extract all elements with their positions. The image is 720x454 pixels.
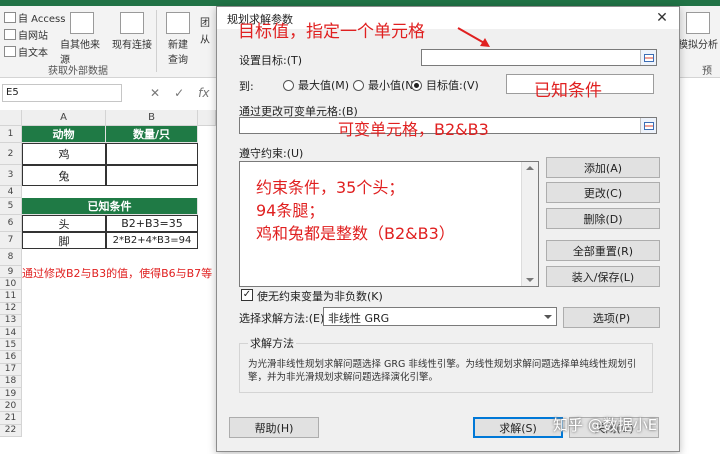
row-header[interactable]: 6 xyxy=(0,215,22,232)
chevron-down-icon xyxy=(544,315,552,319)
options-button[interactable]: 选项(P) xyxy=(563,307,660,328)
header-cell-count[interactable]: 数量/只 xyxy=(106,126,198,143)
row-header[interactable]: 16 xyxy=(0,351,22,364)
cell-rabbit[interactable]: 兔 xyxy=(22,165,106,186)
watermark: 知乎 @数据小E xyxy=(553,416,658,434)
radio-value-of[interactable]: 目标值:(V) xyxy=(411,77,479,93)
from-other-sources-button[interactable]: 自其他来源 xyxy=(60,12,104,66)
name-box[interactable]: E5 xyxy=(2,84,122,102)
row-header[interactable]: 4 xyxy=(0,186,22,198)
other-sources-icon xyxy=(70,12,94,34)
what-if-icon xyxy=(686,12,710,34)
to-label: 到: xyxy=(239,80,254,93)
column-header[interactable]: A xyxy=(22,110,106,126)
column-header-partial[interactable] xyxy=(198,110,216,126)
add-button[interactable]: 添加(A) xyxy=(546,157,660,178)
constraints-scrollbar[interactable] xyxy=(521,162,538,286)
row-header[interactable]: 20 xyxy=(0,400,22,413)
text-file-icon xyxy=(4,45,16,57)
cell-chicken[interactable]: 鸡 xyxy=(22,143,106,165)
cell-picker-icon[interactable] xyxy=(640,118,656,133)
objective-label: 设置目标:(T) xyxy=(239,54,303,67)
cell-b2[interactable] xyxy=(106,143,198,165)
connections-icon xyxy=(120,12,144,34)
right-ribbon-area: 模拟分析 预 xyxy=(678,0,720,78)
row-header[interactable]: 17 xyxy=(0,363,22,376)
cell-picker-icon[interactable] xyxy=(640,50,656,65)
radio-max[interactable]: 最大值(M) xyxy=(283,77,349,93)
enter-icon[interactable]: ✓ xyxy=(174,86,184,100)
change-button[interactable]: 更改(C) xyxy=(546,182,660,203)
help-button[interactable]: 帮助(H) xyxy=(229,417,319,438)
solve-button[interactable]: 求解(S) xyxy=(473,417,563,438)
row-header[interactable]: 21 xyxy=(0,412,22,425)
known-conditions-header[interactable]: 已知条件 xyxy=(22,198,198,215)
row-header[interactable]: 8 xyxy=(0,249,22,266)
select-all-corner[interactable] xyxy=(0,110,22,126)
access-icon xyxy=(4,11,16,23)
row-header[interactable]: 13 xyxy=(0,314,22,327)
cell-leg-label[interactable]: 脚 xyxy=(22,232,106,249)
method-select[interactable]: 非线性 GRG xyxy=(323,307,557,326)
what-if-analysis-button[interactable]: 模拟分析 xyxy=(676,12,720,51)
row-header[interactable]: 2 xyxy=(0,143,22,165)
radio-min[interactable]: 最小值(N) xyxy=(353,77,418,93)
row-header[interactable]: 12 xyxy=(0,302,22,315)
from-text-button[interactable]: 自文本 xyxy=(4,44,48,59)
scroll-down-icon[interactable] xyxy=(526,278,534,282)
new-query-icon xyxy=(166,12,190,34)
existing-connections-button[interactable]: 现有连接 xyxy=(110,12,154,51)
method-label: 选择求解方法:(E) xyxy=(239,312,325,325)
row-header[interactable]: 14 xyxy=(0,327,22,340)
partial-ribbon-item[interactable]: 团 xyxy=(200,14,210,29)
header-cell-animal[interactable]: 动物 xyxy=(22,126,106,143)
new-query-button[interactable]: 新建 查询 xyxy=(156,12,200,66)
row-header[interactable]: 19 xyxy=(0,388,22,401)
annotation-known: 已知条件 xyxy=(534,81,602,101)
row-header[interactable]: 5 xyxy=(0,198,22,215)
from-web-button[interactable]: 自网站 xyxy=(4,27,48,42)
row-header[interactable]: 1 xyxy=(0,126,22,143)
row-header[interactable]: 9 xyxy=(0,266,22,279)
from-access-button[interactable]: 自 Access xyxy=(4,10,65,25)
partial-ribbon-item[interactable]: 从 xyxy=(200,31,210,46)
row-header[interactable]: 15 xyxy=(0,339,22,352)
constraints-label: 遵守约束:(U) xyxy=(239,147,304,160)
row-header[interactable]: 7 xyxy=(0,232,22,249)
arrow-icon xyxy=(457,27,490,47)
load-save-button[interactable]: 装入/保存(L) xyxy=(546,266,660,287)
cell-head-formula[interactable]: B2+B3=35 xyxy=(106,215,198,232)
cell-head-label[interactable]: 头 xyxy=(22,215,106,232)
cancel-icon[interactable]: ✕ xyxy=(150,86,160,100)
solving-method-description: 为光滑非线性规划求解问题选择 GRG 非线性引擎。为线性规划求解问题选择单纯线性… xyxy=(248,359,637,383)
row-header[interactable]: 18 xyxy=(0,375,22,388)
annotation-target: 目标值，指定一个单元格 xyxy=(238,22,425,42)
web-icon xyxy=(4,28,16,40)
row-header[interactable]: 11 xyxy=(0,290,22,303)
annotation-variable-cells: 可变单元格，B2&B3 xyxy=(338,120,489,139)
scroll-up-icon[interactable] xyxy=(526,166,534,170)
nonnegative-label: 使无约束变量为非负数(K) xyxy=(257,290,383,303)
cell-b3[interactable] xyxy=(106,165,198,186)
fx-icon[interactable]: fx xyxy=(198,86,209,100)
forecast-group-label: 预 xyxy=(702,66,712,77)
solving-method-group: 求解方法 为光滑非线性规划求解问题选择 GRG 非线性引擎。为线性规划求解问题选… xyxy=(239,335,653,393)
close-icon[interactable]: ✕ xyxy=(653,9,671,27)
solving-method-title: 求解方法 xyxy=(248,335,296,351)
row-header[interactable]: 22 xyxy=(0,424,22,437)
row-header[interactable]: 3 xyxy=(0,165,22,186)
reset-all-button[interactable]: 全部重置(R) xyxy=(546,240,660,261)
row-header[interactable]: 10 xyxy=(0,278,22,291)
cell-leg-formula[interactable]: 2*B2+4*B3=94 xyxy=(106,232,198,249)
get-external-data-group-label: 获取外部数据 xyxy=(48,66,108,77)
spreadsheet-grid: A B 1 2 3 4 5 6 7 8 9 10 11 12 13 14 15 16 17 18 19 20 21 22 … xyxy=(0,110,216,454)
annotation-constraints: 约束条件，35个头； 94条腿； 鸡和兔都是整数（B2&B3） xyxy=(256,178,455,243)
delete-button[interactable]: 删除(D) xyxy=(546,208,660,229)
column-header[interactable]: B xyxy=(106,110,198,126)
nonnegative-checkbox[interactable]: ✓ xyxy=(241,289,253,301)
formula-controls: ✕ ✓ fx xyxy=(130,84,220,102)
note-text: 通过修改B2与B3的值，使得B6与B7等 xyxy=(22,267,213,280)
